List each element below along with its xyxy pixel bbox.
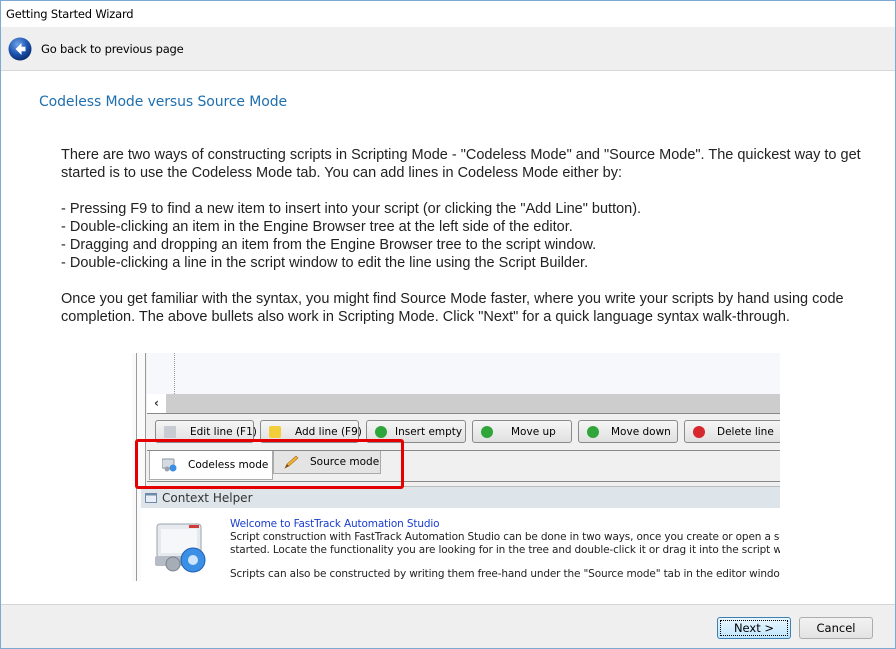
add-line-button: Add line (F9) [260, 420, 362, 443]
move-down-label: Move down [611, 425, 671, 438]
arrow-down-circle-icon [587, 425, 599, 438]
edit-line-button: Edit line (F1) [155, 420, 257, 443]
tab-label: Codeless mode [188, 459, 269, 471]
back-label: Go back to previous page [41, 42, 184, 56]
helper-line: Scripts can also be constructed by writi… [230, 568, 780, 580]
plus-circle-icon [375, 425, 387, 438]
instructions: There are two ways of constructing scrip… [61, 146, 861, 326]
focus-rect [720, 620, 788, 636]
x-circle-icon [693, 425, 705, 438]
context-helper-body: Welcome to FastTrack Automation Studio S… [141, 508, 780, 581]
bullet-item: - Dragging and dropping an item from the… [61, 237, 597, 253]
insert-empty-button: Insert empty [366, 420, 466, 443]
tab-source-mode: Source mode [273, 451, 381, 474]
title-bar: Getting Started Wizard [1, 1, 895, 27]
back-button[interactable]: Go back to previous page [8, 37, 184, 61]
welcome-link: Welcome to FastTrack Automation Studio [230, 518, 440, 530]
navigation-bar: Go back to previous page [1, 27, 895, 71]
codeless-gear-icon [162, 458, 177, 472]
pencil-icon [284, 455, 299, 469]
edit-line-label: Edit line (F1) [190, 425, 257, 438]
tab-label: Source mode [310, 456, 380, 468]
window-title: Getting Started Wizard [6, 7, 134, 21]
arrow-left-circle-icon [8, 37, 32, 61]
page-title: Codeless Mode versus Source Mode [39, 94, 288, 110]
tab-codeless-mode: Codeless mode [149, 451, 273, 480]
cancel-button[interactable]: Cancel [799, 617, 873, 639]
delete-line-label: Delete line [717, 425, 774, 438]
wizard-footer: Next > Cancel [1, 604, 895, 648]
automation-studio-icon [155, 523, 206, 573]
helper-window-icon [145, 492, 157, 503]
bullet-item: - Double-clicking an item in the Engine … [61, 219, 573, 235]
next-button[interactable]: Next > [717, 617, 791, 639]
mode-tabs: Codeless mode Source mode [147, 450, 780, 482]
horizontal-scrollbar: ‹ [147, 394, 780, 413]
editor-screenshot: ‹ Edit line (F1) Add line (F9) Insert em… [132, 353, 780, 581]
editor-toolbar: Edit line (F1) Add line (F9) Insert empt… [147, 413, 780, 450]
insert-empty-label: Insert empty [395, 425, 463, 438]
move-up-label: Move up [511, 425, 556, 438]
context-helper-text: Welcome to FastTrack Automation Studio S… [230, 518, 780, 581]
scroll-left-icon: ‹ [154, 396, 159, 410]
bullet-item: - Double-clicking a line in the script w… [61, 255, 589, 271]
cancel-label: Cancel [816, 621, 856, 635]
bullet-item: - Pressing F9 to find a new item to inse… [61, 201, 642, 217]
move-down-button: Move down [578, 420, 678, 443]
move-up-button: Move up [472, 420, 572, 443]
intro-paragraph: There are two ways of constructing scrip… [61, 147, 861, 181]
helper-line: started. Locate the functionality you ar… [230, 544, 780, 556]
outro-paragraph: Once you get familiar with the syntax, y… [61, 291, 844, 325]
add-line-label: Add line (F9) [295, 425, 362, 438]
delete-line-button: Delete line [684, 420, 780, 443]
context-helper-header: Context Helper [141, 486, 780, 508]
scrollbar-track [166, 394, 780, 413]
arrow-up-circle-icon [481, 425, 493, 438]
folder-icon [269, 425, 281, 438]
wizard-window: Getting Started Wizard Go back to previo… [0, 0, 896, 649]
pencil-page-icon [164, 425, 176, 438]
helper-line: Script construction with FastTrack Autom… [230, 531, 780, 543]
context-helper-title: Context Helper [162, 490, 253, 505]
script-editor-area [147, 353, 780, 394]
